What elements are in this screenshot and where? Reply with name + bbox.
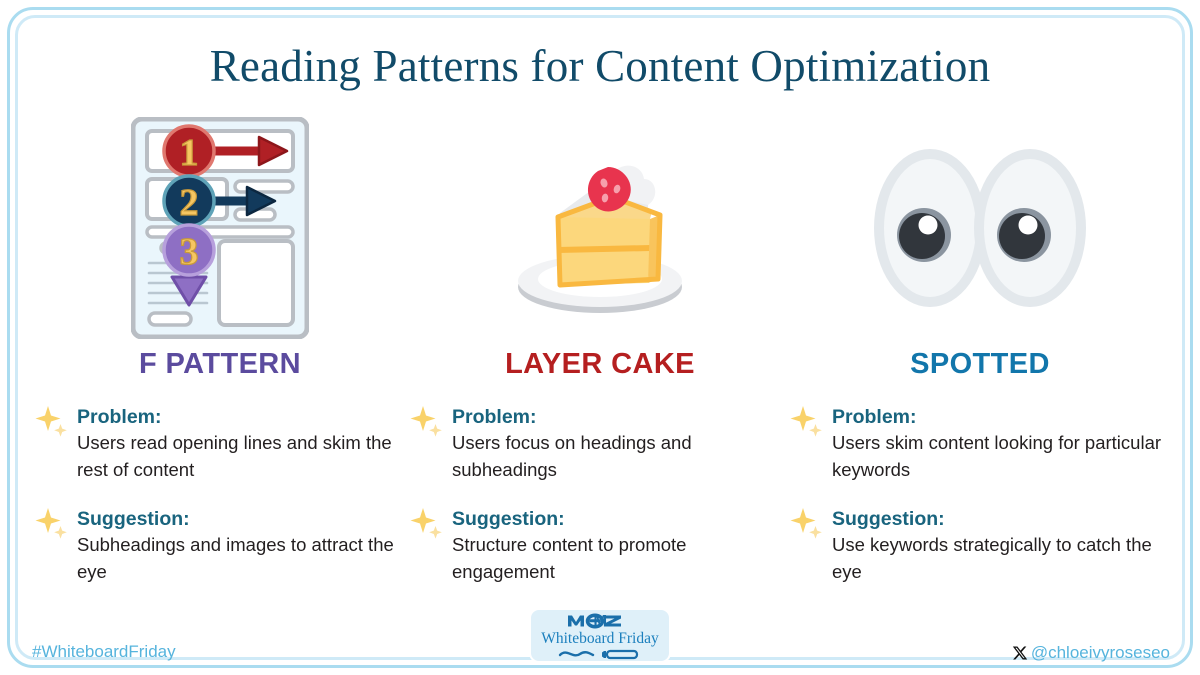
- f-pattern-step-1: 1: [180, 132, 199, 174]
- suggestion-block: Suggestion: Structure content to promote…: [410, 507, 790, 585]
- suggestion-text: Use keywords strategically to catch the …: [832, 534, 1152, 582]
- badge-subtitle: Whiteboard Friday: [541, 629, 659, 647]
- eyes-illustration: [790, 112, 1170, 344]
- suggestion-label: Suggestion:: [452, 507, 565, 530]
- column-heading-layer-cake: LAYER CAKE: [505, 348, 695, 380]
- blocks-layer-cake: Problem: Users focus on headings and sub…: [410, 405, 790, 585]
- problem-label: Problem:: [452, 406, 537, 428]
- footer-hashtag: #WhiteboardFriday: [32, 642, 176, 661]
- suggestion-text: Structure content to promote engagement: [452, 534, 687, 582]
- suggestion-label: Suggestion:: [77, 507, 190, 530]
- sparkle-icon: [790, 507, 822, 539]
- problem-label: Problem:: [832, 406, 917, 428]
- suggestion-text: Subheadings and images to attract the ey…: [77, 534, 394, 582]
- columns-container: 1 2 3 F PATTERN Problem: Users read open…: [30, 112, 1170, 602]
- suggestion-block: Suggestion: Subheadings and images to at…: [35, 507, 410, 585]
- problem-block: Problem: Users focus on headings and sub…: [410, 405, 790, 483]
- column-layer-cake: LAYER CAKE Problem: Users focus on headi…: [410, 112, 790, 602]
- sparkle-icon: [410, 507, 442, 539]
- problem-text: Users skim content looking for particula…: [832, 432, 1162, 480]
- blocks-f-pattern: Problem: Users read opening lines and sk…: [30, 405, 410, 585]
- f-pattern-step-2: 2: [180, 182, 199, 224]
- column-f-pattern: 1 2 3 F PATTERN Problem: Users read open…: [30, 112, 410, 602]
- slide: Reading Patterns for Content Optimizatio…: [0, 0, 1200, 675]
- page-title: Reading Patterns for Content Optimizatio…: [209, 41, 991, 91]
- problem-text: Users focus on headings and subheadings: [452, 432, 692, 480]
- suggestion-block: Suggestion: Use keywords strategically t…: [790, 507, 1170, 585]
- problem-block: Problem: Users skim content looking for …: [790, 405, 1170, 483]
- problem-block: Problem: Users read opening lines and sk…: [35, 405, 410, 483]
- column-spotted: SPOTTED Problem: Users skim content look…: [790, 112, 1170, 602]
- column-heading-f-pattern: F PATTERN: [138, 348, 301, 380]
- marker-squiggle-icon: [558, 650, 639, 660]
- moz-logo: M M: [568, 612, 621, 630]
- f-pattern-step-3: 3: [180, 231, 199, 273]
- f-pattern-document-illustration: 1 2 3: [30, 112, 410, 344]
- footer-handle: @chloeivyroseseo: [1012, 643, 1170, 663]
- layer-cake-slice-illustration: [410, 112, 790, 344]
- problem-label: Problem:: [77, 406, 162, 428]
- x-twitter-icon: [1012, 646, 1028, 660]
- sparkle-icon: [35, 406, 67, 437]
- sparkle-icon: [35, 507, 67, 539]
- blocks-spotted: Problem: Users skim content looking for …: [790, 405, 1170, 585]
- sparkle-icon: [410, 406, 442, 437]
- problem-text: Users read opening lines and skim the re…: [77, 432, 392, 480]
- sparkle-icon: [790, 406, 822, 437]
- moz-whiteboard-friday-badge: M M Whiteboard Friday: [529, 608, 671, 663]
- footer-handle-text: @chloeivyroseseo: [1030, 643, 1170, 662]
- column-heading-spotted: SPOTTED: [910, 348, 1050, 380]
- suggestion-label: Suggestion:: [832, 507, 945, 530]
